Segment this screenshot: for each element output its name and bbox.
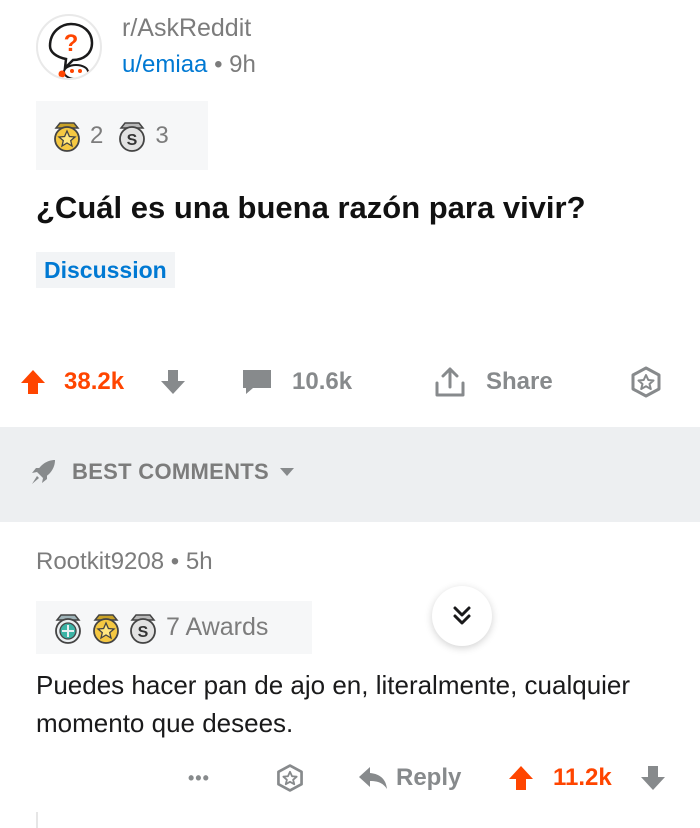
more-options-button[interactable]: ••• xyxy=(188,754,210,802)
collapse-thread-button[interactable] xyxy=(432,586,492,646)
svg-text:S: S xyxy=(127,132,138,149)
post-share-button[interactable]: Share xyxy=(432,352,553,412)
comment-sort-bar: BEST COMMENTS xyxy=(0,427,700,522)
post-comment-count: 10.6k xyxy=(292,368,353,395)
comment-downvote-button[interactable] xyxy=(638,754,668,802)
svg-text:S: S xyxy=(138,624,149,641)
silver-award-icon: S xyxy=(119,121,146,152)
double-chevron-down-icon xyxy=(453,606,471,625)
comment-bubble-icon xyxy=(243,370,271,394)
reply-arrow-icon xyxy=(359,767,387,789)
post-title[interactable]: ¿Cuál es una buena razón para vivir? xyxy=(36,190,586,226)
comment-upvote-button[interactable] xyxy=(506,754,536,802)
post-flair[interactable]: Discussion xyxy=(36,252,175,288)
award-outline-icon xyxy=(631,366,661,398)
reply-label: Reply xyxy=(396,764,462,791)
comment-author[interactable]: Rootkit9208 xyxy=(36,548,164,575)
subreddit-avatar[interactable]: ? xyxy=(36,14,102,80)
silver-award-count: 3 xyxy=(155,121,169,149)
platinum-award-icon xyxy=(55,613,81,644)
sort-dropdown[interactable]: BEST COMMENTS xyxy=(28,457,297,487)
award-outline-icon xyxy=(277,764,303,792)
svg-text:?: ? xyxy=(64,30,79,57)
post-share-label: Share xyxy=(486,368,553,395)
post-downvote-button[interactable] xyxy=(158,352,188,412)
silver-award-icon: S xyxy=(130,613,156,644)
comment-award-button[interactable] xyxy=(274,754,306,802)
upvote-arrow-icon xyxy=(21,370,45,394)
comment-separator: • xyxy=(170,548,180,575)
comment-body: Puedes hacer pan de ajo en, literalmente… xyxy=(36,670,631,738)
gold-award-icon xyxy=(93,613,119,644)
comment-meta: Rootkit9208 • 5h xyxy=(36,548,213,576)
post-upvote-button[interactable] xyxy=(18,352,48,412)
comment-action-bar: ••• Reply 11.2k xyxy=(0,754,700,802)
askreddit-logo-icon: ? xyxy=(48,22,94,78)
post-card: ? r/AskReddit u/emiaa • 9h 2 S 3 ¿Cuál e… xyxy=(0,0,700,428)
post-time: 9h xyxy=(229,51,256,78)
gold-award-count: 2 xyxy=(90,121,104,149)
downvote-arrow-icon xyxy=(641,766,665,790)
thread-line[interactable] xyxy=(36,812,38,828)
comment-card: Rootkit9208 • 5h S 7 Awards Puedes hacer… xyxy=(0,522,700,828)
post-byline: u/emiaa • 9h xyxy=(122,51,256,79)
chevron-down-icon xyxy=(280,468,295,476)
post-author[interactable]: u/emiaa xyxy=(122,51,207,78)
share-icon xyxy=(435,367,465,397)
post-award-button[interactable] xyxy=(628,352,664,412)
comment-score: 11.2k xyxy=(553,764,612,791)
downvote-arrow-icon xyxy=(161,370,185,394)
subreddit-name[interactable]: r/AskReddit xyxy=(122,14,251,43)
byline-separator: • xyxy=(214,51,223,78)
sort-label: BEST COMMENTS xyxy=(72,459,270,484)
gold-award-icon xyxy=(54,121,80,152)
comment-awards[interactable]: S 7 Awards xyxy=(36,601,312,654)
post-comments-button[interactable]: 10.6k xyxy=(240,352,352,412)
comment-awards-label: 7 Awards xyxy=(166,613,269,641)
post-score: 38.2k xyxy=(64,368,125,395)
post-awards[interactable]: 2 S 3 xyxy=(36,101,208,170)
reply-button[interactable]: Reply xyxy=(356,754,461,802)
rocket-icon xyxy=(32,460,55,484)
post-action-bar: 38.2k 10.6k Share xyxy=(0,352,700,412)
comment-time: 5h xyxy=(185,548,213,575)
upvote-arrow-icon xyxy=(509,766,533,790)
